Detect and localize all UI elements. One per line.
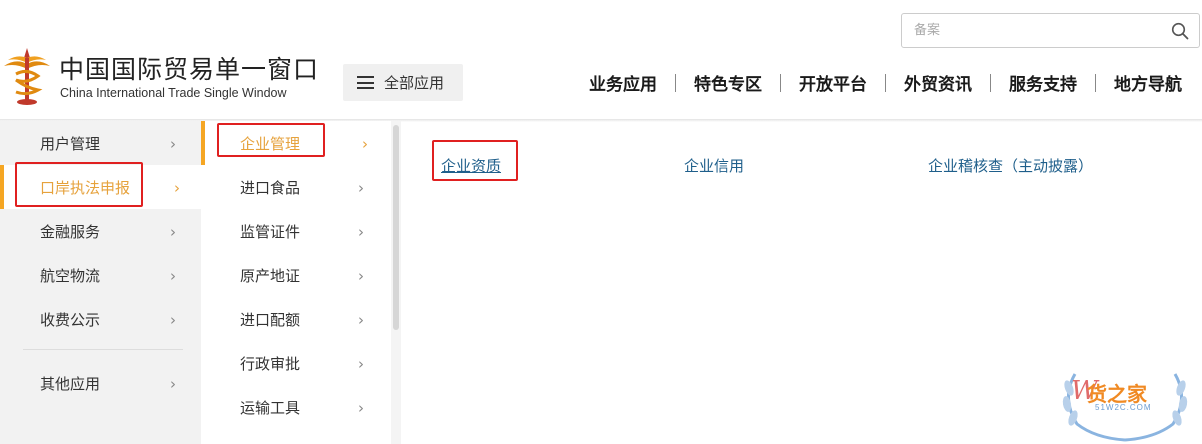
- menu1-item-label: 收费公示: [40, 310, 101, 329]
- menu1-item-user-management[interactable]: 用户管理 ›: [0, 121, 201, 165]
- menu2-item-enterprise-management[interactable]: 企业管理 ›: [201, 121, 391, 165]
- nav-special-zone[interactable]: 特色专区: [694, 70, 762, 95]
- chevron-right-icon: ›: [358, 223, 364, 241]
- top-nav: 业务应用 特色专区 开放平台 外贸资讯 服务支持 地方导航: [589, 70, 1182, 95]
- menu2-item-label: 进口食品: [240, 178, 301, 197]
- menu2-item-label: 运输工具: [240, 398, 301, 417]
- menu-scrollbar-thumb[interactable]: [393, 125, 399, 330]
- menu3-link-enterprise-credit[interactable]: 企业信用: [684, 155, 744, 176]
- menu1-item-fee-disclosure[interactable]: 收费公示 ›: [0, 297, 201, 341]
- menu2-item-label: 监管证件: [240, 222, 301, 241]
- menu2-item-label: 行政审批: [240, 354, 301, 373]
- search-box[interactable]: [901, 13, 1200, 48]
- all-apps-label: 全部应用: [384, 74, 445, 92]
- nav-open-platform[interactable]: 开放平台: [799, 70, 867, 95]
- menu-divider: [23, 349, 183, 350]
- nav-service-support[interactable]: 服务支持: [1009, 70, 1077, 95]
- chevron-right-icon: ›: [170, 375, 176, 393]
- chevron-right-icon: ›: [362, 135, 368, 153]
- chevron-right-icon: ›: [174, 179, 180, 197]
- menu2-item-regulatory-certificates[interactable]: 监管证件 ›: [201, 209, 391, 253]
- menu-level2: 企业管理 › 进口食品 › 监管证件 › 原产地证 › 进口配额 › 行政审批 …: [201, 121, 391, 444]
- nav-divider: [990, 73, 991, 92]
- menu1-item-label: 金融服务: [40, 222, 101, 241]
- chevron-right-icon: ›: [170, 135, 176, 153]
- search-input[interactable]: [902, 14, 1162, 47]
- menu2-item-label: 进口配额: [240, 310, 301, 329]
- menu2-item-administrative-approval[interactable]: 行政审批 ›: [201, 341, 391, 385]
- menu1-item-other-apps[interactable]: 其他应用 ›: [0, 361, 201, 405]
- menu-level1: 用户管理 › 口岸执法申报 › 金融服务 › 航空物流 › 收费公示 › 其他应…: [0, 121, 201, 444]
- menu3-link-enterprise-audit[interactable]: 企业稽核查（主动披露）: [928, 155, 1093, 176]
- nav-business-apps[interactable]: 业务应用: [589, 70, 657, 95]
- chevron-right-icon: ›: [170, 223, 176, 241]
- menu1-item-label: 用户管理: [40, 134, 101, 153]
- menu2-item-imported-food[interactable]: 进口食品 ›: [201, 165, 391, 209]
- menu2-item-certificate-of-origin[interactable]: 原产地证 ›: [201, 253, 391, 297]
- menu2-item-label: 企业管理: [240, 134, 301, 153]
- chevron-right-icon: ›: [170, 311, 176, 329]
- chevron-right-icon: ›: [358, 179, 364, 197]
- menu1-item-label: 其他应用: [40, 374, 101, 393]
- chevron-right-icon: ›: [358, 355, 364, 373]
- watermark-sub: 51W2C.COM: [1095, 403, 1152, 412]
- customs-emblem-icon[interactable]: [2, 44, 52, 106]
- menu2-item-label: 原产地证: [240, 266, 301, 285]
- nav-local-navigation[interactable]: 地方导航: [1114, 70, 1182, 95]
- nav-divider: [675, 73, 676, 92]
- chevron-right-icon: ›: [170, 267, 176, 285]
- menu-icon: [357, 76, 374, 89]
- menu1-item-label: 航空物流: [40, 266, 101, 285]
- chevron-right-icon: ›: [358, 267, 364, 285]
- watermark: W 货之家 51W2C.COM: [1055, 368, 1195, 444]
- all-apps-button[interactable]: 全部应用: [343, 64, 463, 101]
- nav-divider: [780, 73, 781, 92]
- nav-trade-news[interactable]: 外贸资讯: [904, 70, 972, 95]
- chevron-right-icon: ›: [358, 311, 364, 329]
- menu1-item-label: 口岸执法申报: [40, 178, 131, 197]
- logo-title-en[interactable]: China International Trade Single Window: [60, 86, 287, 100]
- menu3-link-enterprise-qualification[interactable]: 企业资质: [441, 155, 501, 176]
- chevron-right-icon: ›: [358, 399, 364, 417]
- menu1-item-air-logistics[interactable]: 航空物流 ›: [0, 253, 201, 297]
- menu1-item-financial-services[interactable]: 金融服务 ›: [0, 209, 201, 253]
- menu1-item-port-enforcement[interactable]: 口岸执法申报 ›: [0, 165, 201, 209]
- menu2-item-import-quota[interactable]: 进口配额 ›: [201, 297, 391, 341]
- logo-title-cn[interactable]: 中国国际贸易单一窗口: [59, 50, 319, 86]
- nav-divider: [885, 73, 886, 92]
- search-icon[interactable]: [1171, 22, 1189, 40]
- nav-divider: [1095, 73, 1096, 92]
- menu2-item-transport-vehicles[interactable]: 运输工具 ›: [201, 385, 391, 429]
